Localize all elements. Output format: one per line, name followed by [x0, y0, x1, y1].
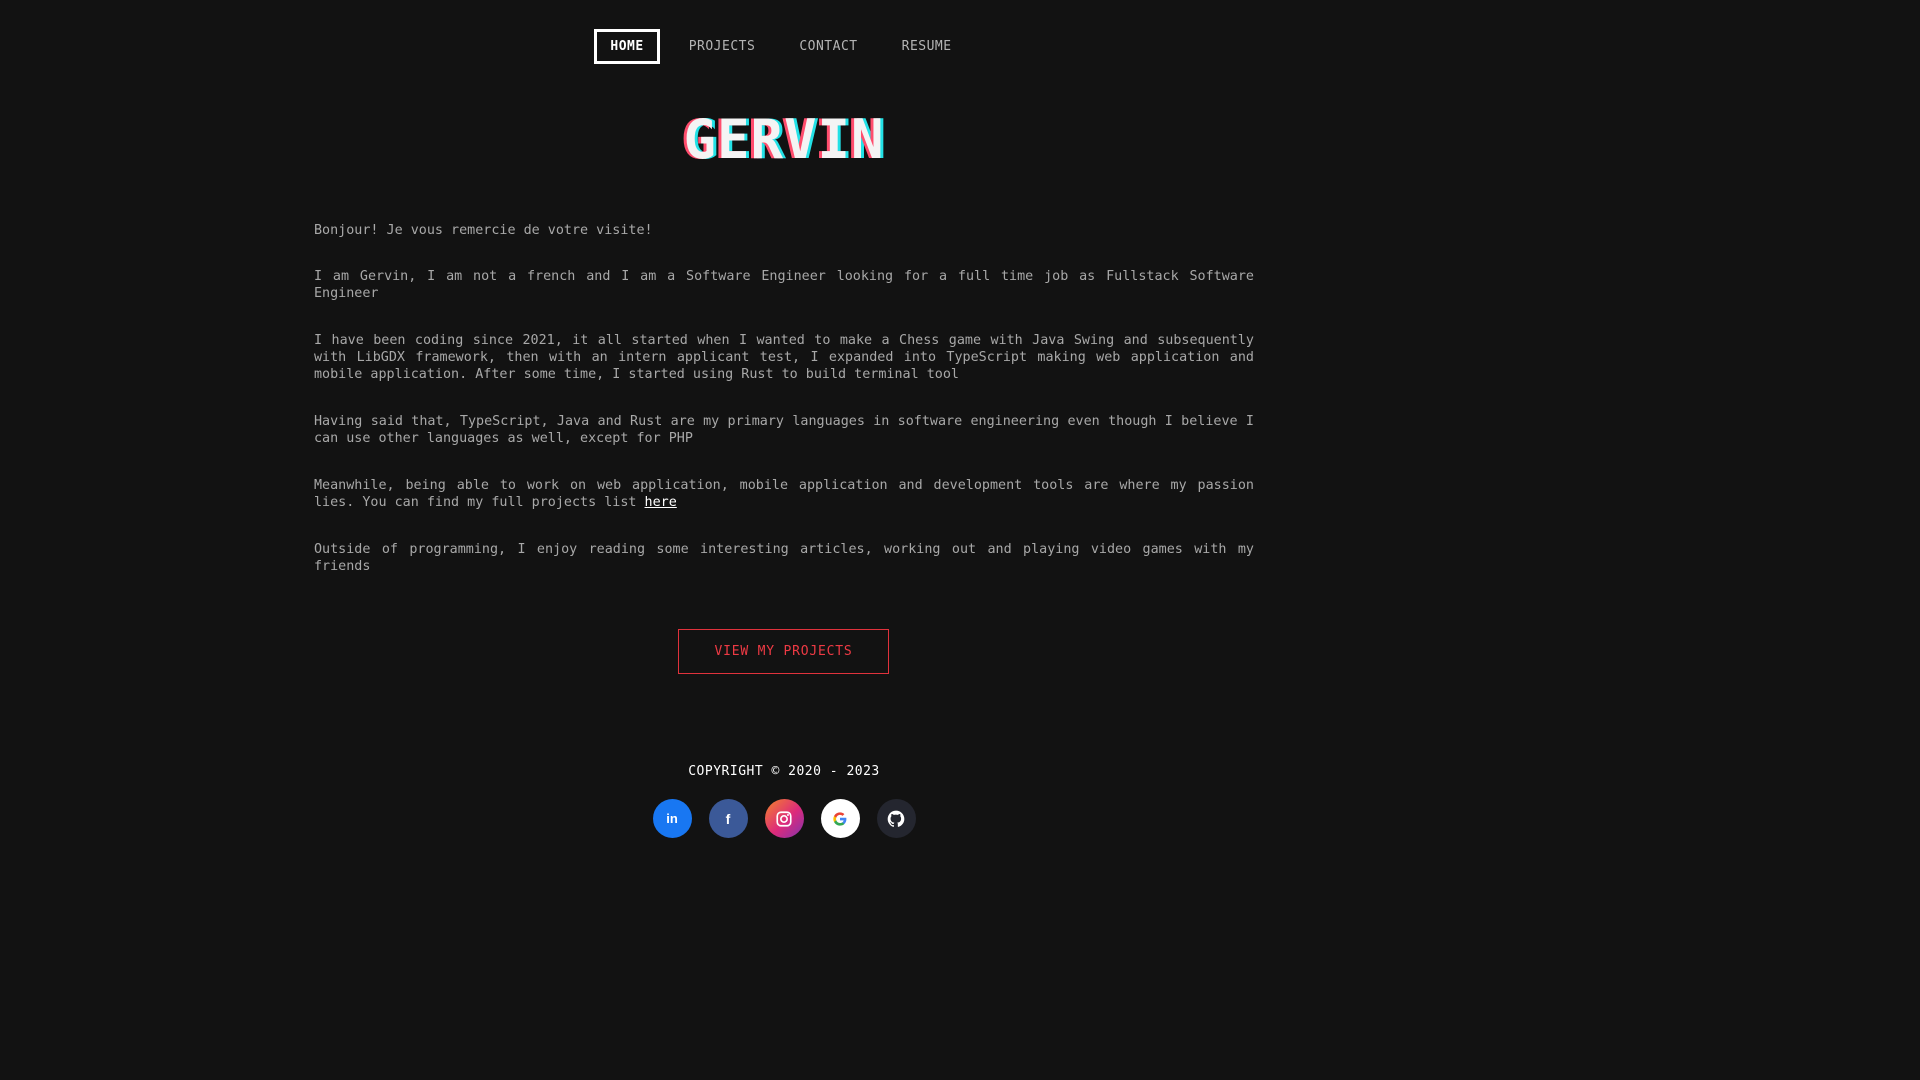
google-link[interactable]: [820, 799, 860, 838]
top-nav: HOME PROJECTS CONTACT RESUME: [0, 29, 1568, 64]
nav-item-projects[interactable]: PROJECTS: [667, 29, 778, 64]
about-paragraph-passion-text: Meanwhile, being able to work on web app…: [314, 478, 1254, 510]
github-icon: [887, 810, 905, 827]
social-links: in f: [0, 799, 1568, 838]
linkedin-link[interactable]: in: [652, 799, 692, 838]
projects-list-link[interactable]: here: [645, 495, 677, 510]
page: HOME PROJECTS CONTACT RESUME GERVIN Bonj…: [0, 0, 1568, 882]
facebook-icon: f: [725, 810, 731, 827]
facebook-link[interactable]: f: [708, 799, 748, 838]
about-section: Bonjour! Je vous remercie de votre visit…: [314, 222, 1254, 605]
page-title: GERVIN: [683, 108, 885, 171]
about-paragraph-passion: Meanwhile, being able to work on web app…: [314, 477, 1254, 511]
instagram-icon: [776, 810, 792, 827]
linkedin-icon: in: [666, 811, 678, 826]
about-paragraph-hobbies: Outside of programming, I enjoy reading …: [314, 542, 1254, 574]
about-paragraph-history: I have been coding since 2021, it all st…: [314, 333, 1254, 382]
nav-item-home[interactable]: HOME: [594, 29, 660, 64]
nav-item-contact[interactable]: CONTACT: [777, 29, 879, 64]
instagram-link[interactable]: [764, 799, 804, 838]
view-projects-button[interactable]: VIEW MY PROJECTS: [678, 629, 889, 674]
about-paragraph-intro: I am Gervin, I am not a french and I am …: [314, 269, 1254, 301]
about-paragraph-greeting: Bonjour! Je vous remercie de votre visit…: [314, 223, 653, 238]
about-paragraph-languages: Having said that, TypeScript, Java and R…: [314, 414, 1254, 446]
github-link[interactable]: [876, 799, 916, 838]
nav-item-resume[interactable]: RESUME: [880, 29, 974, 64]
copyright-text: COPYRIGHT © 2020 - 2023: [688, 764, 880, 779]
google-icon: [833, 811, 847, 826]
